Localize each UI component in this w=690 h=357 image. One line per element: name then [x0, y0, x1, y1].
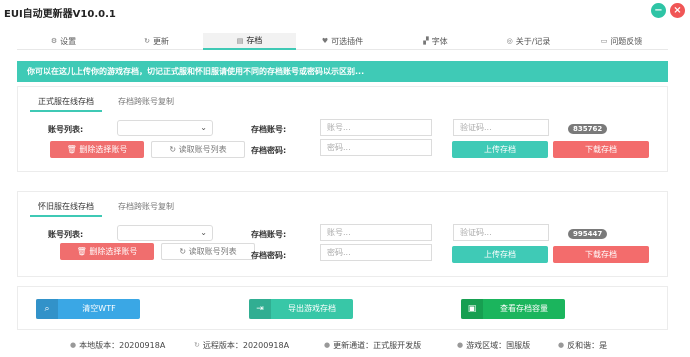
close-button[interactable]: ×: [670, 3, 685, 18]
account-list-label: 账号列表:: [48, 230, 84, 239]
delete-account-button[interactable]: 🗑 删除选择账号: [50, 141, 144, 158]
clear-wtf-button[interactable]: ⌕ 清空WTF: [36, 299, 140, 319]
dot-icon: ●: [457, 341, 464, 349]
heart-icon: ♥: [321, 37, 329, 45]
status-text: 远程版本：20200918A: [202, 340, 290, 350]
captcha-input[interactable]: 验证码...: [453, 224, 549, 241]
tab-plugins[interactable]: ♥ 可选插件: [296, 33, 389, 50]
dot-icon: ●: [558, 341, 565, 349]
status-channel: ● 更新通道：正式服开发版: [324, 338, 421, 352]
search-icon: ⌕: [36, 299, 58, 319]
official-subtabs: 正式服在线存档 存档跨账号复制: [30, 93, 182, 112]
chevron-down-icon: ⌄: [200, 123, 207, 132]
status-local-version: ● 本地版本：20200918A: [70, 338, 165, 352]
refresh-icon: ↻: [194, 341, 200, 349]
button-label: 清空WTF: [82, 304, 116, 313]
export-icon: ⇥: [249, 299, 271, 319]
app-title: EUI自动更新器V10.0.1: [4, 9, 116, 20]
save-account-label: 存档账号:: [251, 230, 287, 239]
classic-subtabs: 怀旧服在线存档 存档跨账号复制: [30, 198, 182, 217]
button-label: 导出游戏存档: [288, 304, 336, 313]
download-save-button[interactable]: 下载存档: [553, 246, 649, 263]
refresh-icon: ↻: [144, 37, 150, 45]
button-label: 读取账号列表: [178, 145, 227, 154]
tab-settings[interactable]: ⚙ 设置: [17, 33, 110, 50]
password-input[interactable]: 密码...: [320, 139, 432, 156]
status-text: 游戏区域：国服版: [466, 340, 531, 350]
status-remote-version: ↻ 远程版本：20200918A: [194, 338, 289, 352]
classic-save-panel: 怀旧服在线存档 存档跨账号复制 账号列表: ⌄ 🗑 删除选择账号 ↻ 读取账号列…: [17, 191, 668, 277]
password-input[interactable]: 密码...: [320, 244, 432, 261]
button-label: 读取账号列表: [188, 247, 237, 256]
dot-icon: ●: [324, 341, 331, 349]
status-anti-harmony: ● 反和谐：是: [558, 338, 607, 352]
subtab-cross-account[interactable]: 存档跨账号复制: [110, 198, 182, 217]
account-list-select[interactable]: ⌄: [117, 120, 213, 136]
save-account-label: 存档账号:: [251, 125, 287, 134]
tab-label: 存档: [246, 36, 263, 45]
view-capacity-button[interactable]: ▣ 查看存档容量: [461, 299, 565, 319]
subtab-official-online[interactable]: 正式服在线存档: [30, 93, 102, 112]
tab-label: 更新: [152, 36, 169, 46]
tab-saves[interactable]: ▤ 存档: [203, 33, 296, 50]
status-region: ● 游戏区域：国服版: [457, 338, 530, 352]
tab-label: 可选插件: [331, 36, 364, 46]
chevron-down-icon: ⌄: [200, 228, 207, 237]
title-bar: EUI自动更新器V10.0.1 − ×: [0, 0, 690, 22]
export-save-button[interactable]: ⇥ 导出游戏存档: [249, 299, 353, 319]
account-list-select[interactable]: ⌄: [117, 225, 213, 241]
account-input[interactable]: 账号...: [320, 119, 432, 136]
tab-label: 字体: [431, 36, 448, 46]
upload-save-button[interactable]: 上传存档: [452, 246, 548, 263]
minimize-button[interactable]: −: [651, 3, 666, 18]
save-password-label: 存档密码:: [251, 251, 287, 260]
button-label: 删除选择账号: [79, 145, 128, 154]
save-password-label: 存档密码:: [251, 146, 287, 155]
subtab-classic-online[interactable]: 怀旧服在线存档: [30, 198, 102, 217]
status-text: 本地版本：20200918A: [79, 340, 166, 350]
message-icon: ▭: [600, 37, 608, 45]
subtab-cross-account[interactable]: 存档跨账号复制: [110, 93, 182, 112]
tab-about[interactable]: ◎ 关于/记录: [482, 33, 575, 50]
gear-icon: ⚙: [50, 37, 58, 45]
download-save-button[interactable]: 下载存档: [553, 141, 649, 158]
upload-save-button[interactable]: 上传存档: [452, 141, 548, 158]
tab-fonts[interactable]: ▞ 字体: [389, 33, 482, 50]
official-save-panel: 正式服在线存档 存档跨账号复制 账号列表: ⌄ 🗑 删除选择账号 ↻ 读取账号列…: [17, 86, 668, 172]
button-label: 查看存档容量: [500, 304, 548, 313]
account-input[interactable]: 账号...: [320, 224, 432, 241]
account-list-label: 账号列表:: [48, 125, 84, 134]
captcha-code: 995447: [568, 229, 608, 239]
main-tabs: ⚙ 设置 ↻ 更新 ▤ 存档 ♥ 可选插件 ▞ 字体 ◎ 关于/记录 ▭ 问题反馈: [17, 33, 668, 50]
status-text: 更新通道：正式服开发版: [333, 340, 422, 350]
read-account-list-button[interactable]: ↻ 读取账号列表: [151, 141, 245, 158]
dot-icon: ●: [70, 341, 77, 349]
font-icon: ▞: [423, 37, 429, 45]
status-text: 反和谐：是: [567, 340, 608, 350]
tab-feedback[interactable]: ▭ 问题反馈: [575, 33, 668, 50]
captcha-code: 835762: [568, 124, 608, 134]
database-icon: ▤: [236, 36, 244, 45]
read-account-list-button[interactable]: ↻ 读取账号列表: [161, 243, 255, 260]
tab-label: 问题反馈: [610, 36, 643, 46]
tab-label: 设置: [60, 36, 77, 46]
storage-icon: ▣: [461, 299, 483, 319]
notice-banner: 你可以在这儿上传你的游戏存档，切记正式服和怀旧服请使用不同的存档账号或密码以示区…: [17, 61, 668, 82]
info-icon: ◎: [506, 37, 513, 45]
tab-label: 关于/记录: [515, 36, 551, 46]
tab-update[interactable]: ↻ 更新: [110, 33, 203, 50]
delete-account-button[interactable]: 🗑 删除选择账号: [60, 243, 154, 260]
captcha-input[interactable]: 验证码...: [453, 119, 549, 136]
tools-panel: ⌕ 清空WTF ⇥ 导出游戏存档 ▣ 查看存档容量: [17, 286, 668, 330]
button-label: 删除选择账号: [89, 247, 138, 256]
